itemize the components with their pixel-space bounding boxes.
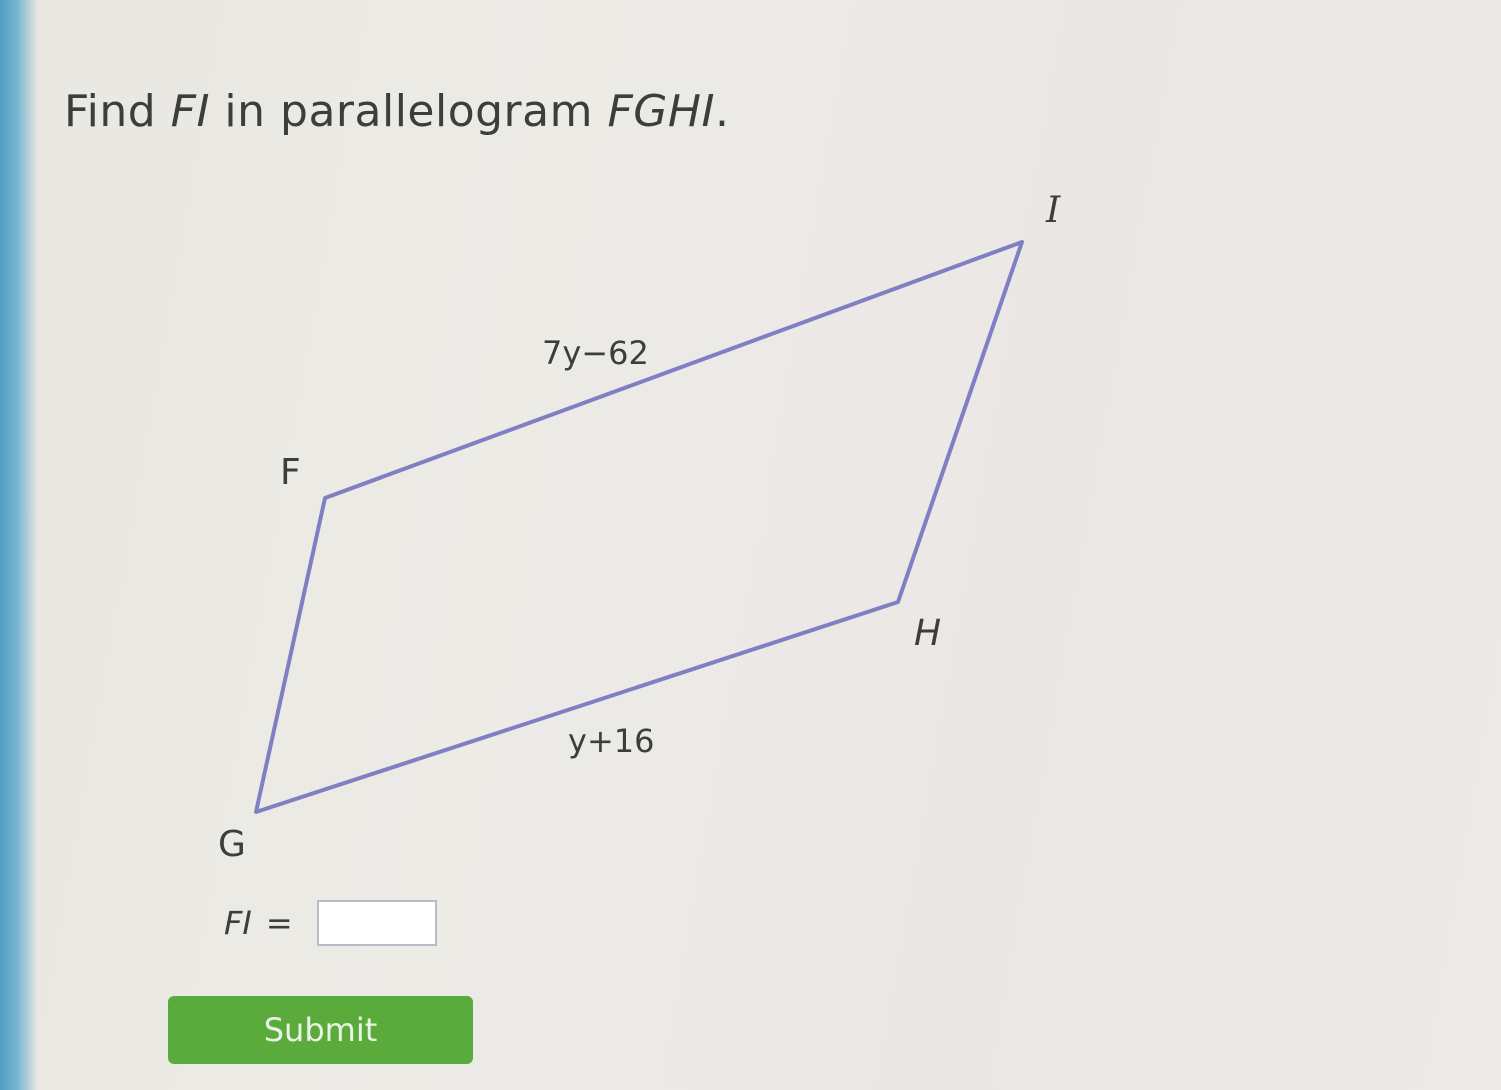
vertex-label-i: I: [1045, 190, 1061, 231]
vertex-label-g: G: [218, 824, 246, 865]
side-label-fi: 7y−62: [542, 334, 649, 372]
submit-button[interactable]: Submit: [168, 996, 473, 1064]
answer-row: FI =: [224, 900, 437, 946]
answer-label-var: FI: [224, 904, 252, 942]
vertex-label-f: F: [280, 452, 301, 493]
answer-input[interactable]: [316, 900, 437, 946]
answer-equals-sign: =: [265, 904, 293, 942]
vertex-label-h: H: [914, 613, 941, 654]
side-label-gh: y+16: [568, 722, 654, 760]
